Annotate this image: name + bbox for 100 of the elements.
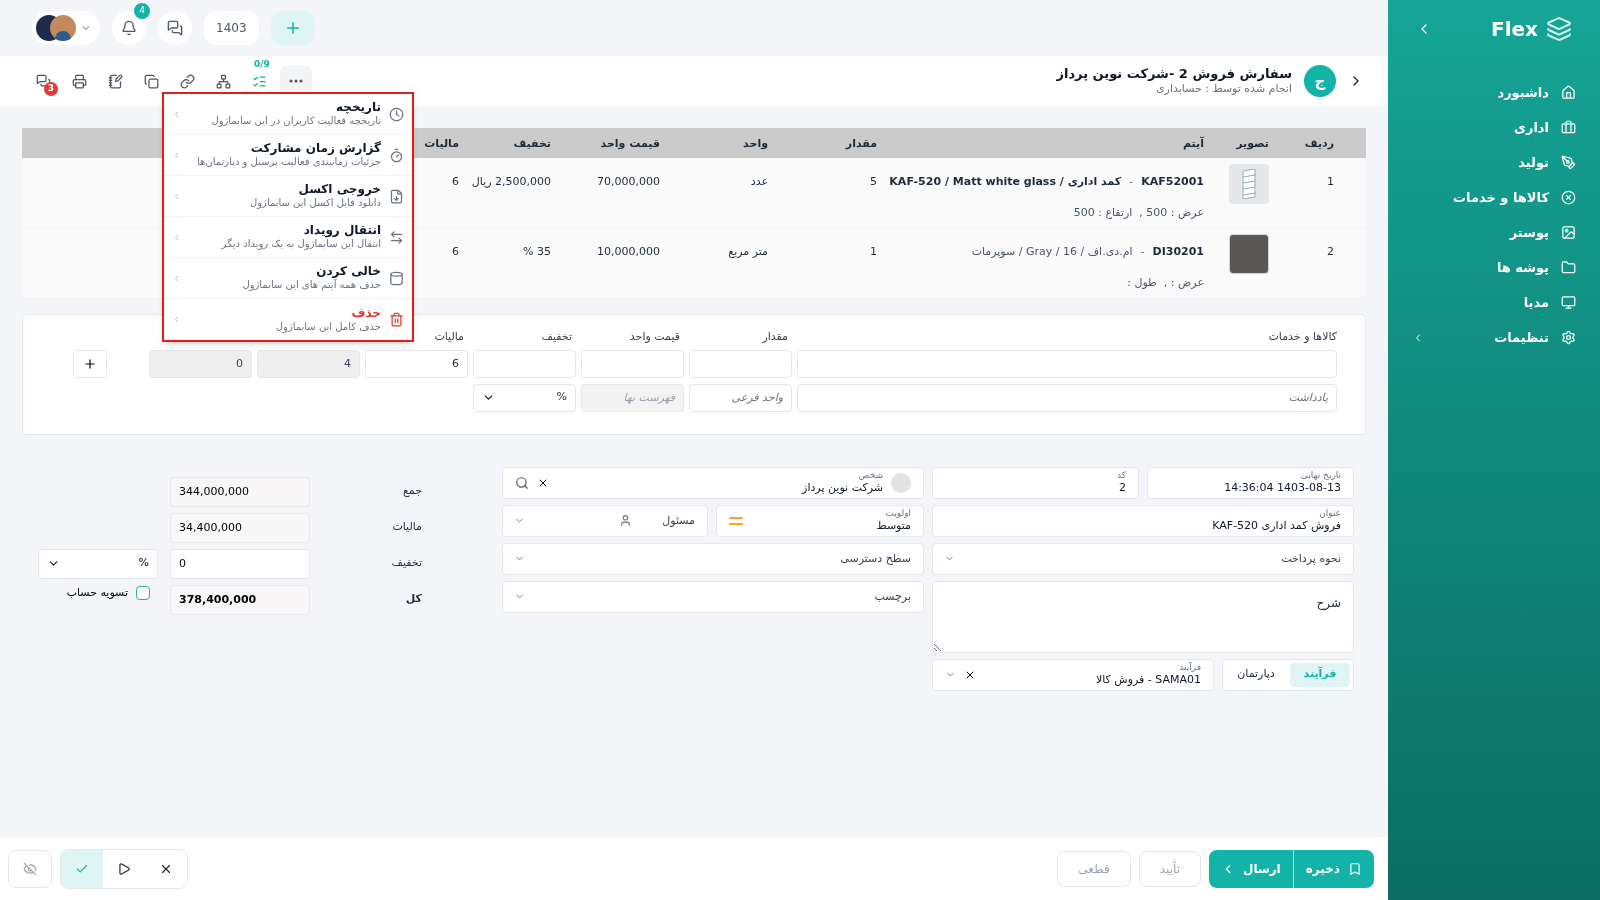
comments-badge: 3 (44, 82, 58, 96)
total-label: مالیات (391, 519, 422, 536)
field-label: تخفیف (540, 329, 573, 345)
sidebar-item[interactable]: مدیا (1412, 292, 1576, 313)
select-field[interactable]: مسئول (502, 504, 708, 537)
description-field[interactable]: شرح (932, 580, 1354, 653)
field-label: کالاها و خدمات (1267, 329, 1337, 345)
separator-text: - (1140, 244, 1145, 260)
bookmark-icon (1348, 862, 1362, 876)
add-item-button[interactable] (73, 349, 107, 378)
menu-item[interactable]: حذف حذف کامل این سابماژول (164, 299, 412, 340)
menu-item-description: انتقال این سابماژول به یک رویداد دیگر (220, 238, 381, 251)
column-header: مالیات (424, 136, 459, 150)
input-field[interactable]: یادداشت (797, 383, 1337, 412)
item-name: کمد اداری / KAF-520 / Matt white glass (889, 174, 1122, 190)
item-code: DI30201 (1152, 244, 1204, 260)
check-icon (75, 862, 89, 876)
checklist-icon (251, 73, 267, 89)
input-field[interactable]: واحد فرعی (689, 383, 792, 412)
chat-icon (167, 20, 183, 36)
bell-icon (121, 20, 137, 36)
input-field[interactable] (689, 349, 792, 378)
menu-item-description: تاریخچه فعالیت کاربران در این سابماژول (210, 115, 381, 128)
trash-icon (389, 312, 404, 327)
record-subtitle: انجام شده توسط : حسابداری (1155, 82, 1292, 96)
process-field[interactable]: فرآیند SAMA01 - فروش کالا (932, 658, 1214, 691)
link-icon (179, 73, 195, 89)
folder-icon (1561, 260, 1576, 275)
table-cell: متر مربع (728, 245, 768, 258)
sidebar-item[interactable]: کالاها و خدمات (1412, 187, 1576, 208)
unit-select[interactable]: % (473, 383, 576, 412)
input-field[interactable]: 6 (365, 349, 468, 378)
select-field[interactable]: سطح دسترسی (502, 542, 924, 575)
image-icon (1561, 225, 1576, 240)
table-cell: 1 (870, 245, 877, 258)
column-header: آیتم (1182, 136, 1204, 150)
menu-item[interactable]: خروجی اکسل دانلود فایل اکسل این سابماژول (164, 176, 412, 217)
amount-field[interactable]: 378,400,000 (170, 584, 310, 615)
settings-icon (1561, 330, 1576, 345)
logo-icon (1546, 16, 1572, 42)
menu-item-description: جزئیات زمانبندی فعالیت پرسنل و دپارتمان‌ها (196, 156, 381, 169)
text-field[interactable]: عنوان فروش کمد اداری KAF-520 (932, 504, 1354, 537)
menu-item[interactable]: انتقال رویداد انتقال این سابماژول به یک رویداد دیگر (164, 217, 412, 258)
checkbox[interactable] (136, 585, 150, 600)
amount-field[interactable]: 34,400,000 (170, 512, 310, 543)
select-field[interactable]: برچسب (502, 580, 924, 613)
notifications-button[interactable] (112, 11, 146, 45)
year-button[interactable]: 1403 (204, 11, 259, 45)
menu-item-title: حذف (350, 305, 381, 321)
comments-button[interactable]: 3 (28, 66, 58, 96)
column-header: قیمت واحد (600, 136, 660, 150)
priority-field[interactable]: اولویت متوسط (716, 504, 924, 537)
table-cell: 70,000,000 (597, 175, 660, 188)
menu-item[interactable]: گزارش زمان مشارکت جزئیات زمانبندی فعالیت پرسنل و دپارتمان‌ها (164, 135, 412, 176)
sidebar-item[interactable]: پوشه ها (1412, 257, 1576, 278)
table-cell: 6 (452, 175, 459, 188)
account-switcher[interactable] (32, 11, 100, 45)
briefcase-icon (1561, 120, 1576, 135)
item-code: KAF52001 (1141, 174, 1204, 190)
total-label: جمع (402, 483, 422, 500)
avatar (50, 15, 76, 41)
menu-item-title: گزارش زمان مشارکت (249, 141, 381, 157)
home-icon (1561, 85, 1576, 100)
input-field[interactable] (581, 349, 684, 378)
tab[interactable]: دپارتمان (1226, 662, 1286, 687)
record-avatar: ج (1304, 65, 1336, 97)
field-label: قیمت واحد (628, 329, 681, 345)
menu-item[interactable]: تاریخچه تاریخچه فعالیت کاربران در این سابماژول (164, 94, 412, 135)
column-header: ردیف (1304, 136, 1334, 150)
search-icon[interactable] (515, 475, 529, 490)
settle-checkbox[interactable]: تسویه حساب (66, 584, 158, 601)
column-header: مقدار (845, 136, 877, 150)
menu-item-description: حذف همه آیتم های این سابماژول (241, 279, 381, 292)
record-title: سفارش فروش 2 -شرکت نوین پرداز (1056, 66, 1292, 83)
messages-button[interactable] (158, 11, 192, 45)
input-field[interactable] (797, 349, 1337, 378)
logo: Flex (1491, 16, 1538, 43)
table-cell: 35 % (523, 245, 551, 258)
select-field[interactable]: نحوه پرداخت (932, 542, 1354, 575)
amount-field[interactable]: 344,000,000 (170, 476, 310, 507)
chevron-icon (172, 150, 181, 160)
sidebar-item[interactable]: تنظیمات (1412, 327, 1576, 348)
amount-field[interactable]: 0 (170, 548, 310, 579)
chevron-icon (172, 232, 181, 242)
person-field[interactable]: شخص شرکت نوین پرداز (502, 466, 924, 499)
menu-item[interactable]: خالی کردن حذف همه آیتم های این سابماژول (164, 258, 412, 299)
menu-item-description: دانلود فایل اکسل این سابماژول (249, 197, 381, 210)
chevron-icon (172, 109, 181, 119)
column-header: واحد (743, 136, 768, 150)
checklist-count: 0/9 (254, 58, 270, 71)
unit-select[interactable]: % (38, 548, 158, 579)
color-swatch (1229, 234, 1269, 274)
shelf-icon (1240, 169, 1258, 199)
chevron-icon (172, 315, 181, 324)
close-icon (159, 862, 173, 876)
priority-icon (729, 515, 743, 526)
transfer-icon (389, 229, 404, 245)
sidebar-item[interactable]: پوستر (1412, 222, 1576, 243)
user-icon (619, 513, 632, 527)
input-field[interactable] (473, 349, 576, 378)
